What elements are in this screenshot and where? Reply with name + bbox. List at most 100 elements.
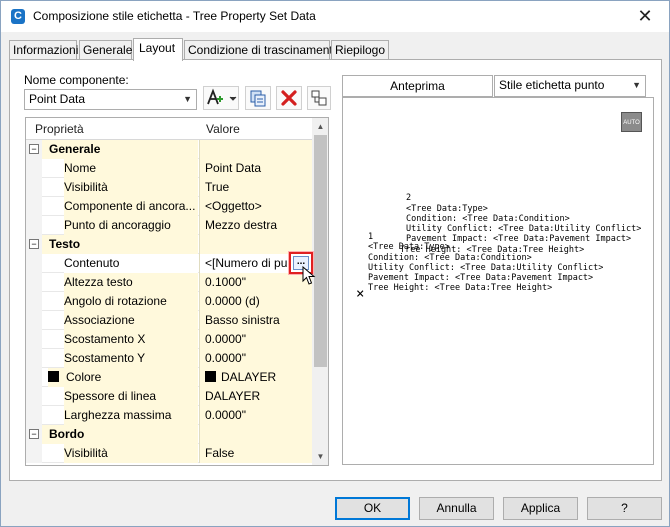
- property-value[interactable]: False: [199, 444, 312, 463]
- property-row-componente-ancoraggio[interactable]: Componente di ancora... <Oggetto>: [26, 197, 312, 216]
- tab-riepilogo[interactable]: Riepilogo: [331, 40, 389, 60]
- property-row-scostamento-x[interactable]: Scostamento X 0.0000": [26, 330, 312, 349]
- category-row-testo[interactable]: − Testo: [26, 235, 312, 254]
- delete-component-button[interactable]: [276, 86, 302, 110]
- component-name-select[interactable]: Point Data ▼: [24, 89, 197, 110]
- property-value[interactable]: 0.0000 (d): [199, 292, 312, 311]
- close-icon[interactable]: ✕: [625, 4, 665, 28]
- chevron-down-icon: ▼: [183, 94, 192, 104]
- property-value[interactable]: True: [199, 178, 312, 197]
- civil3d-app-icon: C: [11, 9, 25, 24]
- property-name: Colore: [66, 370, 102, 384]
- apply-button[interactable]: Applica: [503, 497, 578, 520]
- preview-label-line: 1: [368, 232, 374, 242]
- add-component-button[interactable]: [203, 86, 239, 110]
- value-column-header: Valore: [206, 122, 240, 136]
- property-row-colore[interactable]: Colore DALAYER: [26, 368, 312, 387]
- property-value: DALAYER: [221, 370, 277, 384]
- copy-component-button[interactable]: [245, 86, 271, 110]
- property-value[interactable]: Basso sinistra: [199, 311, 312, 330]
- property-value-with-swatch[interactable]: DALAYER: [199, 368, 312, 387]
- property-grid-body: − Generale Nome Point Data Visibilità Tr…: [26, 140, 312, 463]
- label-preview-canvas: AUTO 2 <Tree Data:Type> Condition: <Tree…: [342, 97, 654, 465]
- property-grid[interactable]: Proprietà Valore − Generale Nome Point D…: [25, 117, 329, 466]
- tab-condizione-trascinamento[interactable]: Condizione di trascinamento: [184, 40, 339, 60]
- copy-component-icon: [250, 90, 266, 107]
- property-name: Associazione: [64, 311, 198, 330]
- property-value[interactable]: DALAYER: [199, 387, 312, 406]
- ok-button[interactable]: OK: [335, 497, 410, 520]
- property-name: Punto di ancoraggio: [64, 216, 198, 235]
- property-row-angolo-rotazione[interactable]: Angolo di rotazione 0.0000 (d): [26, 292, 312, 311]
- component-name-label: Nome componente:: [24, 73, 129, 87]
- property-value[interactable]: Point Data: [199, 159, 312, 178]
- category-label: Generale: [42, 140, 198, 159]
- cancel-button[interactable]: Annulla: [419, 497, 494, 520]
- preview-style-select[interactable]: Stile etichetta punto ▼: [494, 75, 646, 97]
- property-column-header: Proprietà: [35, 122, 84, 136]
- color-swatch: [205, 371, 216, 382]
- component-name-value: Point Data: [29, 92, 86, 106]
- property-value[interactable]: 0.1000": [199, 273, 312, 292]
- category-label: Testo: [42, 235, 198, 254]
- scrollbar-thumb[interactable]: [314, 135, 327, 367]
- dialog-window: C Composizione stile etichetta - Tree Pr…: [0, 0, 670, 527]
- category-value: [199, 425, 312, 444]
- property-value[interactable]: 0.0000": [199, 330, 312, 349]
- property-grid-header: Proprietà Valore: [26, 118, 312, 140]
- window-title: Composizione stile etichetta - Tree Prop…: [33, 9, 316, 23]
- preview-label-line: Condition: <Tree Data:Condition>: [406, 214, 570, 224]
- preview-label-line: Tree Height: <Tree Data:Tree Height>: [368, 283, 553, 293]
- help-button[interactable]: ?: [587, 497, 662, 520]
- property-row-punto-ancoraggio[interactable]: Punto di ancoraggio Mezzo destra: [26, 216, 312, 235]
- collapse-icon[interactable]: −: [29, 144, 39, 154]
- property-row-altezza-testo[interactable]: Altezza testo 0.1000": [26, 273, 312, 292]
- add-text-icon: [207, 88, 237, 105]
- property-name: Larghezza massima: [64, 406, 198, 425]
- property-name: Scostamento X: [64, 330, 198, 349]
- property-name: Spessore di linea: [64, 387, 198, 406]
- property-name: Componente di ancora...: [64, 197, 198, 216]
- mouse-pointer-icon: [302, 266, 316, 285]
- property-grid-scrollbar[interactable]: ▲ ▼: [312, 118, 328, 465]
- property-row-visibilita-bordo[interactable]: Visibilità False: [26, 444, 312, 463]
- tab-informazioni[interactable]: Informazioni: [9, 40, 78, 60]
- property-value[interactable]: <Oggetto>: [199, 197, 312, 216]
- category-row-generale[interactable]: − Generale: [26, 140, 312, 159]
- property-name: Angolo di rotazione: [64, 292, 198, 311]
- collapse-icon[interactable]: −: [29, 429, 39, 439]
- auto-view-icon[interactable]: AUTO: [621, 112, 642, 132]
- preview-label-line: Utility Conflict: <Tree Data:Utility Con…: [368, 263, 604, 273]
- component-order-button[interactable]: [307, 86, 331, 110]
- color-swatch: [48, 371, 59, 382]
- tab-layout[interactable]: Layout: [133, 38, 183, 61]
- property-value[interactable]: 0.0000": [199, 406, 312, 425]
- preview-style-value: Stile etichetta punto: [499, 78, 605, 92]
- title-bar: C Composizione stile etichetta - Tree Pr…: [1, 1, 669, 32]
- property-name: Visibilità: [64, 444, 198, 463]
- property-name: Nome: [64, 159, 198, 178]
- category-label: Bordo: [42, 425, 198, 444]
- property-name-with-swatch: Colore: [48, 368, 198, 387]
- property-name: Scostamento Y: [64, 349, 198, 368]
- property-row-larghezza-massima[interactable]: Larghezza massima 0.0000": [26, 406, 312, 425]
- property-row-contenuto[interactable]: Contenuto <[Numero di pu...: [26, 254, 312, 273]
- preview-label-line: <Tree Data:Type>: [406, 204, 488, 214]
- property-name: Visibilità: [64, 178, 198, 197]
- preview-tab: Anteprima: [342, 75, 493, 97]
- category-value: [199, 140, 312, 159]
- property-value[interactable]: Mezzo destra: [199, 216, 312, 235]
- property-row-spessore-linea[interactable]: Spessore di linea DALAYER: [26, 387, 312, 406]
- category-row-bordo[interactable]: − Bordo: [26, 425, 312, 444]
- component-order-icon: [311, 90, 327, 106]
- property-row-scostamento-y[interactable]: Scostamento Y 0.0000": [26, 349, 312, 368]
- property-value[interactable]: 0.0000": [199, 349, 312, 368]
- property-row-visibilita[interactable]: Visibilità True: [26, 178, 312, 197]
- collapse-icon[interactable]: −: [29, 239, 39, 249]
- scroll-down-icon[interactable]: ▼: [312, 448, 328, 465]
- property-row-nome[interactable]: Nome Point Data: [26, 159, 312, 178]
- tab-generale[interactable]: Generale: [79, 40, 132, 60]
- scroll-up-icon[interactable]: ▲: [312, 118, 328, 135]
- property-row-associazione[interactable]: Associazione Basso sinistra: [26, 311, 312, 330]
- preview-label-line: Pavement Impact: <Tree Data:Pavement Imp…: [368, 273, 594, 283]
